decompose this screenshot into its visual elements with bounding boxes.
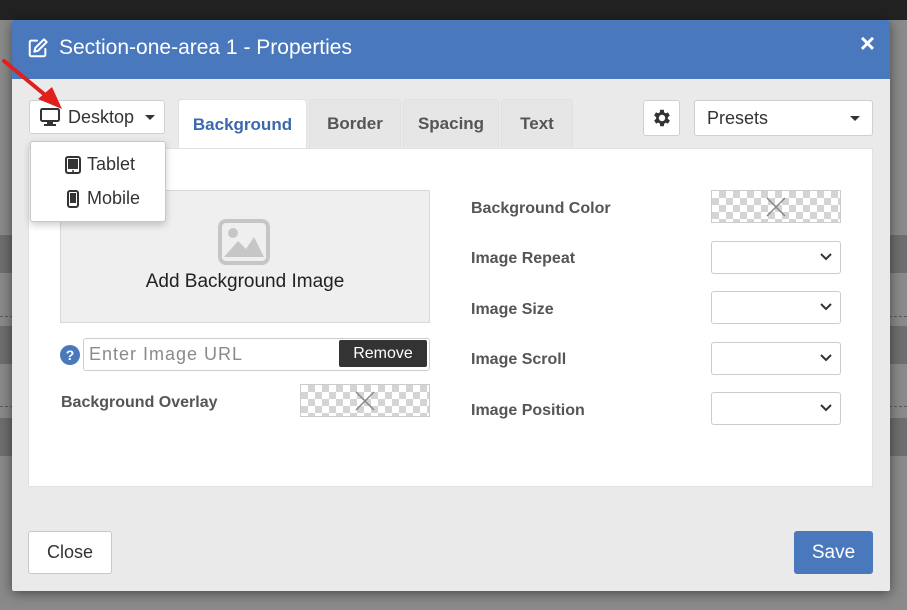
image-scroll-select[interactable] (711, 342, 841, 375)
presets-select[interactable]: Presets (694, 100, 873, 136)
image-size-label: Image Size (471, 301, 554, 318)
chevron-down-icon (820, 354, 832, 362)
image-icon (218, 219, 270, 265)
image-size-select[interactable] (711, 291, 841, 324)
device-option-tablet[interactable]: Tablet (65, 154, 135, 175)
caret-down-icon (850, 116, 860, 121)
background-overlay-label: Background Overlay (61, 394, 218, 411)
clear-icon (766, 196, 786, 217)
image-repeat-label: Image Repeat (471, 250, 576, 267)
device-option-mobile[interactable]: Mobile (65, 188, 140, 209)
device-selector-label: Desktop (68, 106, 135, 127)
tab-spacing[interactable]: Spacing (403, 99, 499, 147)
dialog-title: Section-one-area 1 - Properties (59, 36, 352, 59)
settings-button[interactable] (643, 100, 680, 136)
backdrop-topbar (0, 0, 907, 20)
help-icon[interactable]: ? (60, 345, 80, 365)
image-repeat-select[interactable] (711, 241, 841, 274)
tab-text[interactable]: Text (501, 99, 573, 147)
annotation-arrow-icon (2, 59, 62, 109)
add-image-label: Add Background Image (145, 271, 345, 292)
background-color-swatch[interactable] (711, 190, 841, 223)
save-button[interactable]: Save (794, 531, 873, 574)
device-option-label: Tablet (87, 154, 136, 174)
gear-icon (653, 109, 670, 127)
tab-border[interactable]: Border (309, 99, 401, 147)
clear-icon (355, 390, 375, 411)
image-scroll-label: Image Scroll (471, 351, 567, 368)
chevron-down-icon (820, 404, 832, 412)
mobile-icon (67, 189, 79, 208)
properties-dialog: Section-one-area 1 - Properties × Deskto… (12, 20, 890, 591)
close-button[interactable]: Close (28, 531, 112, 574)
device-dropdown-menu: Tablet Mobile (30, 141, 166, 222)
chevron-down-icon (820, 303, 832, 311)
tab-background[interactable]: Background (178, 99, 307, 149)
device-option-label: Mobile (87, 188, 141, 208)
image-position-label: Image Position (471, 402, 585, 419)
tablet-icon (65, 155, 81, 174)
dialog-header: Section-one-area 1 - Properties × (12, 20, 890, 79)
presets-label: Presets (707, 107, 769, 128)
background-color-label: Background Color (471, 200, 611, 217)
close-icon[interactable]: × (860, 30, 875, 56)
image-position-select[interactable] (711, 392, 841, 425)
chevron-down-icon (820, 253, 832, 261)
remove-image-button[interactable]: Remove (339, 340, 427, 367)
caret-down-icon (145, 114, 156, 120)
background-overlay-swatch[interactable] (300, 384, 430, 417)
